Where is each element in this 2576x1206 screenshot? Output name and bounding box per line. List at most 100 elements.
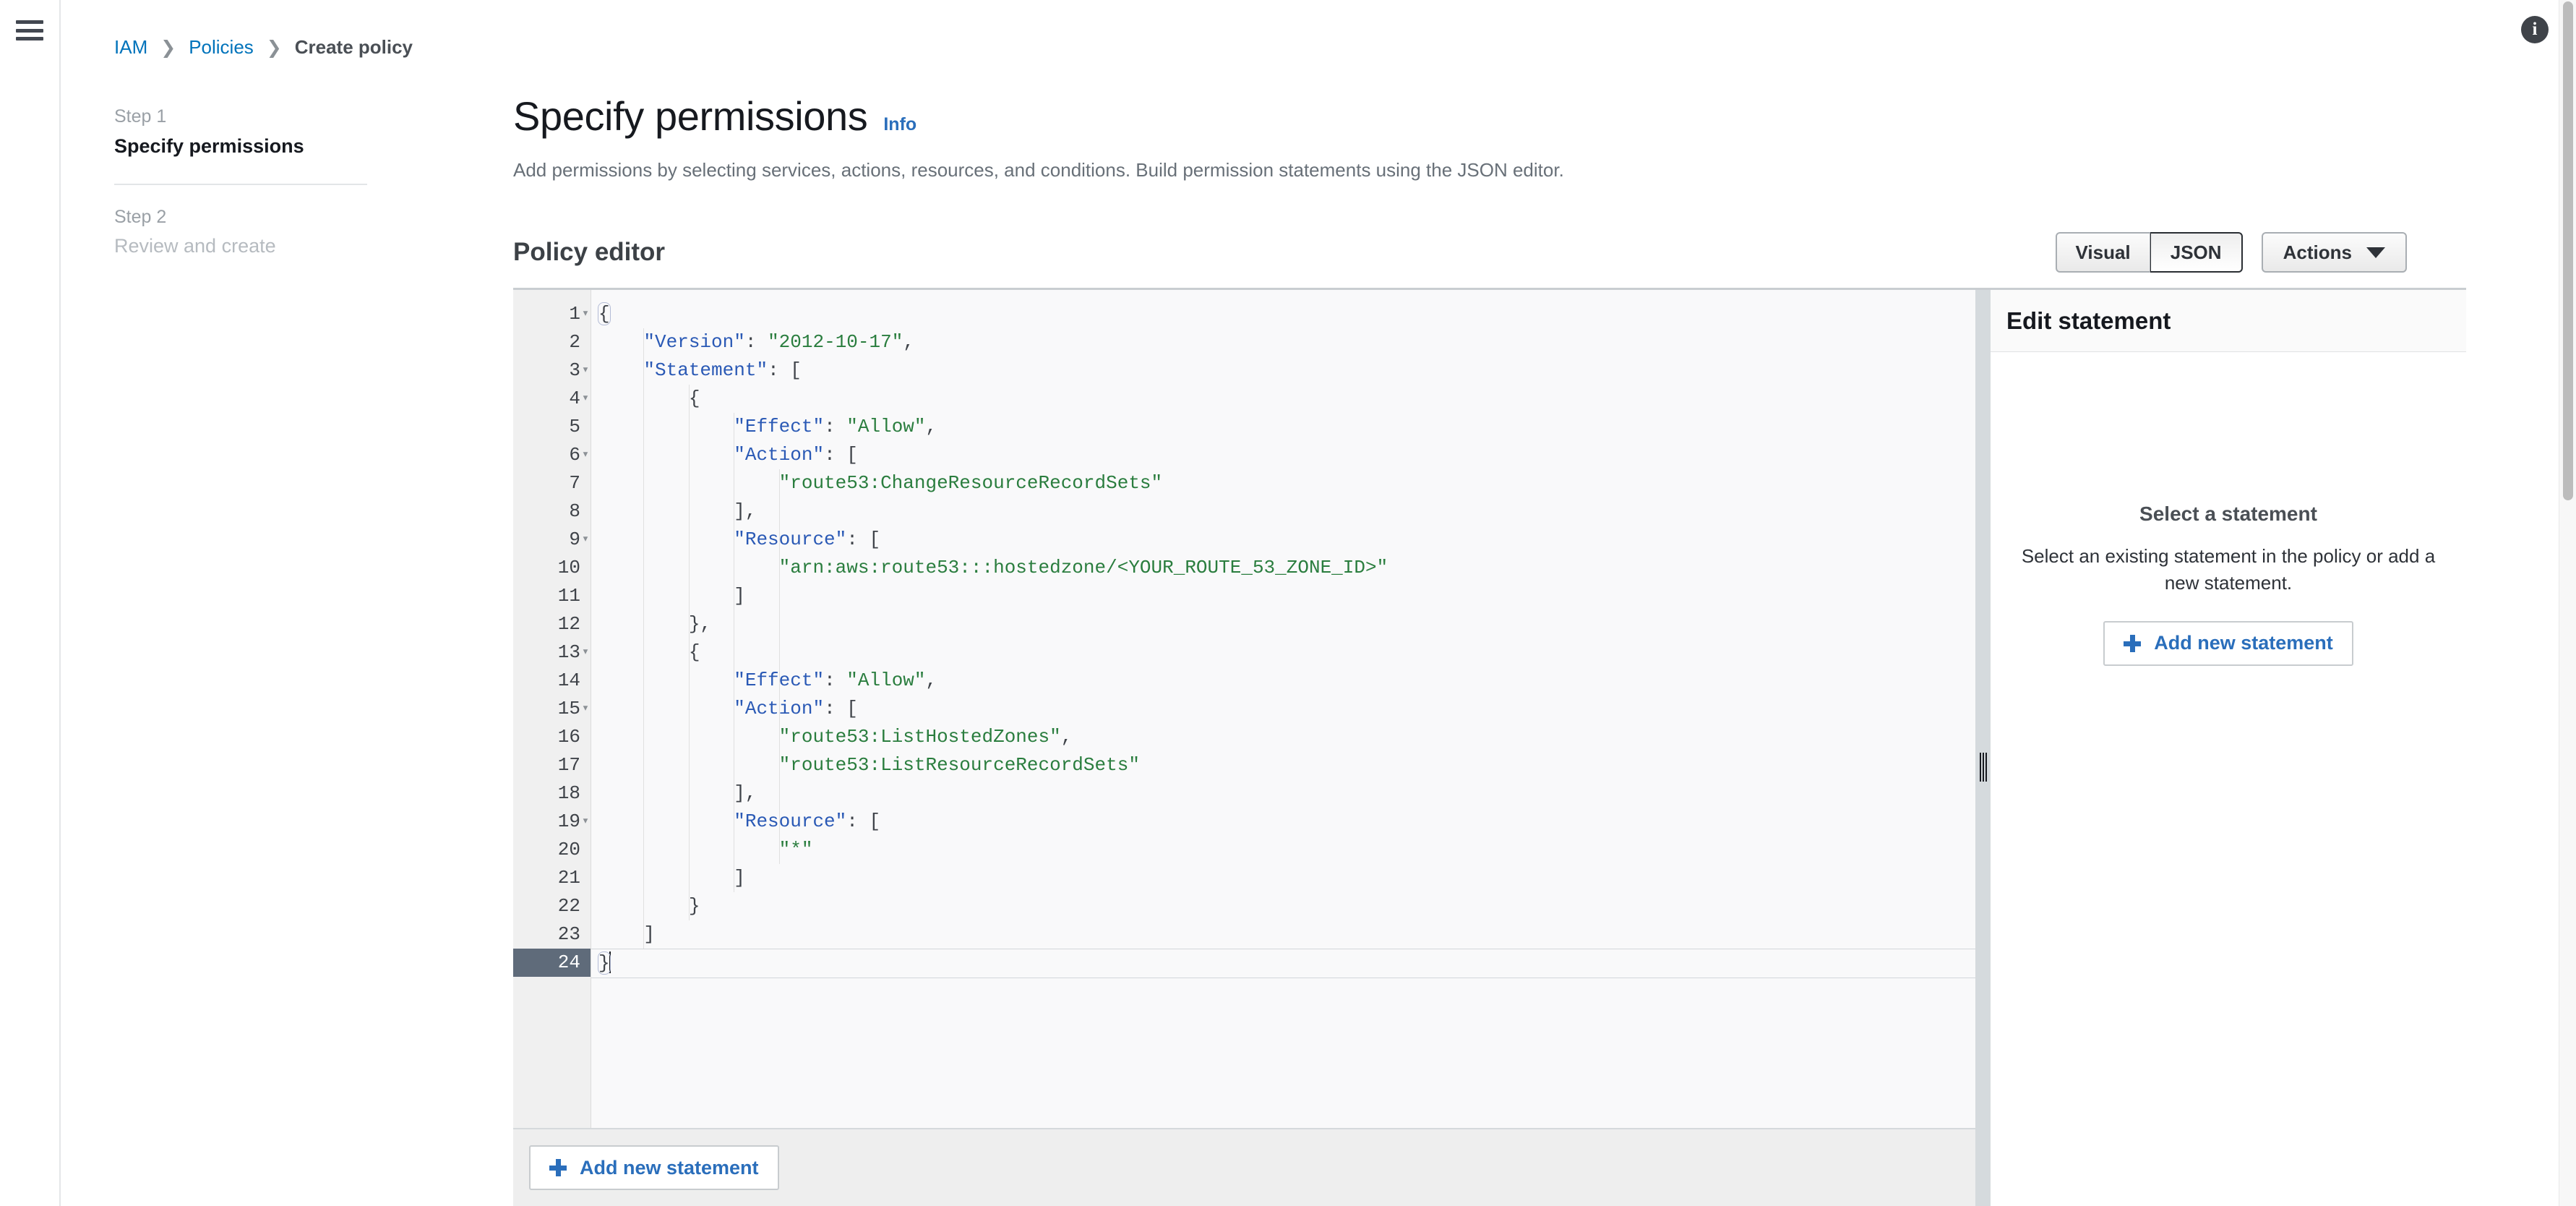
fold-toggle-icon[interactable]: ▾: [579, 300, 592, 328]
line-number: 3 ▾: [513, 356, 591, 385]
line-number: 24: [513, 949, 591, 977]
code-line[interactable]: "Effect": "Allow",: [591, 413, 1975, 441]
breadcrumb-item-iam[interactable]: IAM: [114, 36, 147, 59]
code-line[interactable]: "route53:ListHostedZones",: [591, 723, 1975, 751]
info-badge-icon[interactable]: i: [2521, 16, 2549, 43]
code-line[interactable]: ]: [591, 582, 1975, 610]
code-token: ,: [903, 331, 914, 353]
page-scrollbar[interactable]: [2559, 0, 2576, 1206]
fold-toggle-icon[interactable]: ▾: [579, 356, 592, 385]
fold-toggle-icon[interactable]: ▾: [579, 441, 592, 469]
code-line[interactable]: "Effect": "Allow",: [591, 667, 1975, 695]
tab-json[interactable]: JSON: [2150, 232, 2243, 273]
code-token: "Resource": [734, 529, 847, 550]
code-token: : [: [768, 359, 802, 381]
code-line[interactable]: {: [591, 300, 1975, 328]
line-number: 14: [557, 670, 580, 691]
menu-icon[interactable]: [16, 20, 43, 40]
panel-splitter[interactable]: [1976, 290, 1991, 1206]
code-token: "Allow": [846, 416, 926, 437]
code-token: "Statement": [643, 359, 768, 381]
code-line[interactable]: "Action": [: [591, 695, 1975, 723]
info-link[interactable]: Info: [883, 114, 916, 135]
line-number: 17: [557, 754, 580, 776]
code-line[interactable]: }: [591, 949, 1975, 978]
code-line[interactable]: {: [591, 385, 1975, 413]
code-line[interactable]: "*": [591, 836, 1975, 864]
fold-toggle-icon[interactable]: ▾: [579, 695, 592, 723]
line-number: 5: [569, 416, 580, 437]
code-line[interactable]: "arn:aws:route53:::hostedzone/<YOUR_ROUT…: [591, 554, 1975, 582]
code-line[interactable]: }: [591, 892, 1975, 920]
code-line[interactable]: },: [591, 610, 1975, 638]
code-token: },: [598, 613, 712, 635]
fold-toggle-icon[interactable]: ▾: [579, 638, 592, 667]
code-line[interactable]: "Statement": [: [591, 356, 1975, 385]
json-editor: 1 ▾ 2 3 ▾ 4 ▾ 5 6 ▾ 7 8 9 ▾ 10 11 12 13 ▾ 14 15 ▾ 16 17 18 19 ▾ 20 2…: [513, 290, 1976, 1206]
code-token: {: [598, 388, 700, 409]
splitter-grip-icon: [1980, 753, 1987, 782]
code-token: "Allow": [846, 670, 926, 691]
add-new-statement-button[interactable]: Add new statement: [529, 1145, 779, 1190]
breadcrumb: IAM ❯ Policies ❯ Create policy: [114, 36, 413, 59]
actions-button[interactable]: Actions: [2261, 232, 2407, 273]
code-token: "2012-10-17": [768, 331, 903, 353]
code-line[interactable]: ]: [591, 920, 1975, 949]
edit-statement-title: Edit statement: [2006, 307, 2171, 334]
line-number: 4 ▾: [513, 385, 591, 413]
step-2-number: Step 2: [114, 206, 167, 227]
code-token: "*": [778, 839, 813, 860]
code-line[interactable]: ],: [591, 497, 1975, 526]
chevron-down-icon: [2366, 247, 2385, 258]
page-description: Add permissions by selecting services, a…: [513, 159, 1564, 181]
code-token: {: [598, 641, 700, 663]
code-area[interactable]: 1 ▾ 2 3 ▾ 4 ▾ 5 6 ▾ 7 8 9 ▾ 10 11 12 13 ▾ 14 15 ▾ 16 17 18 19 ▾ 20 2…: [513, 290, 1976, 1128]
panel-add-new-statement-button[interactable]: Add new statement: [2103, 620, 2353, 666]
fold-toggle-icon[interactable]: ▾: [579, 808, 592, 836]
code-line[interactable]: {: [591, 638, 1975, 667]
code-token: }: [598, 895, 700, 917]
code-line[interactable]: "route53:ListResourceRecordSets": [591, 751, 1975, 779]
breadcrumb-item-policies[interactable]: Policies: [189, 36, 254, 59]
wizard-step-2[interactable]: Step 2 Review and create: [114, 205, 367, 261]
code-token: "route53:ListHostedZones": [778, 726, 1061, 748]
code-token: ,: [1060, 726, 1073, 748]
code-line[interactable]: "Action": [: [591, 441, 1975, 469]
code-token: : [: [846, 529, 881, 550]
line-number: 18: [557, 782, 580, 804]
plus-icon: [2124, 634, 2142, 652]
fold-toggle-icon[interactable]: ▾: [579, 526, 592, 554]
code-token: "Action": [734, 698, 825, 719]
code-line[interactable]: "route53:ChangeResourceRecordSets": [591, 469, 1975, 497]
code-line[interactable]: "Resource": [: [591, 808, 1975, 836]
code-text[interactable]: { "Version": "2012-10-17", "Statement": …: [591, 300, 1975, 978]
code-line[interactable]: ],: [591, 779, 1975, 808]
line-number: 1 ▾: [513, 300, 591, 328]
fold-toggle-icon[interactable]: ▾: [579, 385, 592, 413]
scrollbar-thumb[interactable]: [2563, 1, 2573, 500]
add-new-statement-label: Add new statement: [580, 1156, 759, 1179]
code-token: }: [598, 951, 611, 975]
wizard-step-1[interactable]: Step 1 Specify permissions: [114, 105, 367, 161]
code-line[interactable]: "Resource": [: [591, 526, 1975, 554]
tab-visual[interactable]: Visual: [2055, 232, 2150, 273]
code-line[interactable]: "Version": "2012-10-17",: [591, 328, 1975, 356]
code-line[interactable]: ]: [591, 864, 1975, 892]
actions-button-label: Actions: [2283, 241, 2352, 263]
code-token: "route53:ChangeResourceRecordSets": [778, 472, 1163, 494]
step-1-number: Step 1: [114, 106, 167, 127]
step-divider: [114, 183, 367, 185]
breadcrumb-separator-icon: ❯: [266, 37, 282, 58]
breadcrumb-item-create-policy: Create policy: [294, 36, 413, 58]
wizard-steps: Step 1 Specify permissions Step 2 Review…: [114, 105, 367, 260]
plus-icon: [549, 1159, 567, 1176]
code-lines[interactable]: { "Version": "2012-10-17", "Statement": …: [591, 290, 1975, 1128]
line-number: 22: [557, 895, 580, 917]
line-number: 9 ▾: [513, 526, 591, 554]
